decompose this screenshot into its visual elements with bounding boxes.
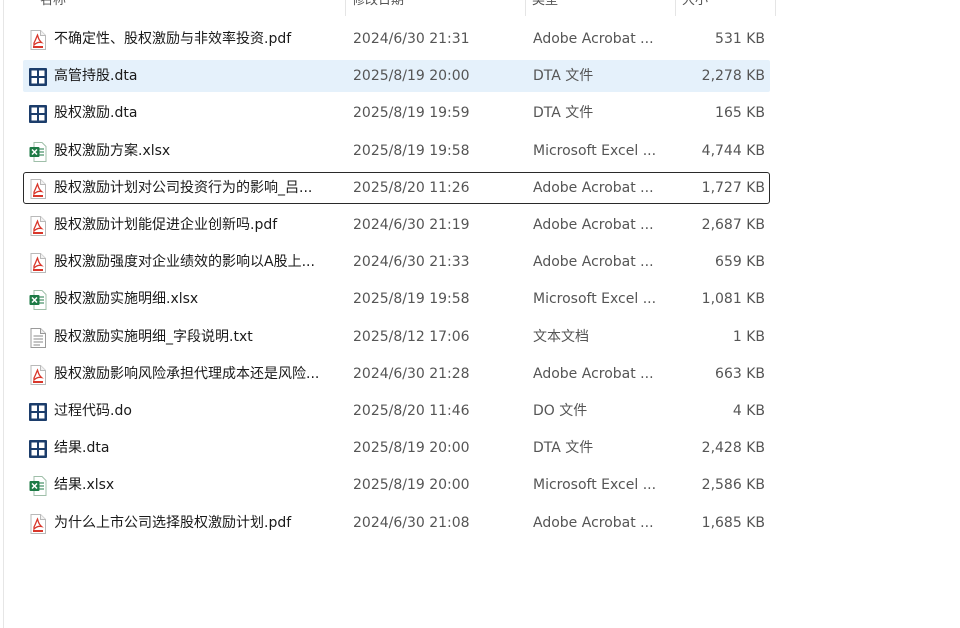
file-row[interactable]: 为什么上市公司选择股权激励计划.pdf 2024/6/30 21:08 Adobe … — [23, 507, 770, 539]
pdf-icon — [29, 253, 47, 274]
file-name: 股权激励计划能促进企业创新吗.pdf — [54, 217, 278, 233]
file-modified-date: 2024/6/30 21:28 — [353, 365, 470, 382]
file-name: 股权激励计划对公司投资行为的影响_吕... — [54, 179, 313, 196]
text-file-icon — [29, 327, 47, 348]
file-modified-date: 2025/8/20 11:26 — [353, 179, 470, 196]
file-row[interactable]: 股权激励计划能促进企业创新吗.pdf 2024/6/30 21:19 Adobe A… — [23, 209, 770, 241]
pdf-icon — [29, 30, 47, 50]
file-size: 1,081 KB — [701, 291, 765, 308]
file-type: Microsoft Excel ... — [533, 291, 657, 308]
file-type: DTA 文件 — [533, 105, 594, 122]
file-type: Microsoft Excel ... — [533, 477, 657, 494]
pdf-icon — [29, 513, 47, 534]
file-name: 过程代码.do — [54, 403, 132, 419]
stata-icon — [29, 67, 47, 87]
file-name: 股权激励强度对企业绩效的影响以A股上... — [54, 254, 315, 271]
file-modified-date: 2024/6/30 21:19 — [353, 217, 470, 233]
stata-icon — [29, 439, 47, 459]
file-row[interactable]: 结果.xlsx 2025/8/19 20:00 Microsoft Excel ..… — [23, 469, 770, 501]
file-type: Adobe Acrobat ... — [533, 31, 654, 47]
file-row[interactable]: 不确定性、股权激励与非效率投资.pdf 2024/6/30 21:31 Adobe … — [23, 23, 770, 55]
pane-divider — [3, 0, 4, 628]
file-type: DO 文件 — [533, 403, 588, 419]
column-divider[interactable] — [775, 0, 776, 16]
file-size: 1,685 KB — [701, 514, 765, 531]
column-header: 名称 修改日期 类型 大小 — [0, 0, 776, 16]
file-modified-date: 2025/8/12 17:06 — [353, 328, 470, 345]
file-size: 1,727 KB — [701, 179, 765, 196]
file-modified-date: 2024/6/30 21:08 — [353, 514, 470, 531]
stata-icon — [29, 104, 47, 124]
excel-icon — [29, 476, 47, 497]
excel-icon — [29, 290, 47, 311]
file-row[interactable]: 股权激励计划对公司投资行为的影响_吕... 2025/8/20 11:26 Adob… — [23, 171, 770, 204]
column-header-size[interactable]: 大小 — [676, 0, 774, 16]
file-explorer-window: 名称 修改日期 类型 大小 不确定性、股权激励与非效率投资.pdf 2024/6/… — [0, 0, 960, 628]
file-size: 4,744 KB — [701, 142, 765, 159]
file-modified-date: 2025/8/20 11:46 — [353, 403, 470, 419]
file-row[interactable]: 股权激励实施明细.xlsx 2025/8/19 19:58 Microsoft Ex… — [23, 283, 770, 315]
file-modified-date: 2025/8/19 19:58 — [353, 142, 470, 159]
file-name: 股权激励实施明细.xlsx — [54, 291, 199, 308]
file-modified-date: 2024/6/30 21:31 — [353, 31, 470, 47]
pdf-icon — [29, 364, 47, 385]
file-type: Adobe Acrobat ... — [533, 179, 654, 196]
file-modified-date: 2025/8/19 19:58 — [353, 291, 470, 308]
column-header-date[interactable]: 修改日期 — [346, 0, 524, 16]
file-name: 股权激励方案.xlsx — [54, 142, 171, 159]
file-size: 1 KB — [732, 328, 765, 345]
file-size: 4 KB — [732, 403, 765, 419]
file-modified-date: 2025/8/19 20:00 — [353, 68, 470, 85]
file-type: Microsoft Excel ... — [533, 142, 657, 159]
pdf-icon — [29, 216, 47, 236]
column-header-type[interactable]: 类型 — [526, 0, 674, 16]
file-row[interactable]: 股权激励实施明细_字段说明.txt 2025/8/12 17:06 文本文档 1 KB — [23, 321, 770, 353]
file-size: 2,278 KB — [701, 68, 765, 85]
file-type: 文本文档 — [533, 328, 589, 345]
file-size: 2,428 KB — [701, 440, 765, 457]
file-type: DTA 文件 — [533, 440, 594, 457]
file-name: 股权激励.dta — [54, 105, 138, 122]
pdf-icon — [29, 178, 47, 199]
file-type: Adobe Acrobat ... — [533, 217, 654, 233]
file-row[interactable]: 结果.dta 2025/8/19 20:00 DTA 文件 2,428 KB — [23, 432, 770, 464]
file-size: 663 KB — [715, 365, 765, 382]
file-name: 为什么上市公司选择股权激励计划.pdf — [54, 514, 292, 531]
file-row[interactable]: 股权激励强度对企业绩效的影响以A股上... 2024/6/30 21:33 Adob… — [23, 246, 770, 278]
file-size: 531 KB — [715, 31, 765, 47]
file-type: Adobe Acrobat ... — [533, 365, 654, 382]
file-modified-date: 2025/8/19 19:59 — [353, 105, 470, 122]
file-name: 不确定性、股权激励与非效率投资.pdf — [54, 31, 292, 47]
file-name: 高管持股.dta — [54, 68, 138, 85]
file-size: 2,687 KB — [701, 217, 765, 233]
file-type: Adobe Acrobat ... — [533, 254, 654, 271]
file-type: DTA 文件 — [533, 68, 594, 85]
file-row[interactable]: 股权激励方案.xlsx 2025/8/19 19:58 Microsoft Exce… — [23, 135, 770, 167]
file-name: 结果.xlsx — [54, 477, 115, 494]
file-row[interactable]: 高管持股.dta 2025/8/19 20:00 DTA 文件 2,278 KB — [23, 60, 770, 93]
file-name: 结果.dta — [54, 440, 110, 457]
file-row[interactable]: 股权激励.dta 2025/8/19 19:59 DTA 文件 165 KB — [23, 97, 770, 129]
file-modified-date: 2025/8/19 20:00 — [353, 477, 470, 494]
file-row[interactable]: 股权激励影响风险承担代理成本还是风险... 2024/6/30 21:28 Adob… — [23, 358, 770, 390]
file-size: 165 KB — [715, 105, 765, 122]
file-name: 股权激励影响风险承担代理成本还是风险... — [54, 365, 320, 382]
column-header-name[interactable]: 名称 — [34, 0, 344, 16]
file-size: 2,586 KB — [701, 477, 765, 494]
file-modified-date: 2025/8/19 20:00 — [353, 440, 470, 457]
file-name: 股权激励实施明细_字段说明.txt — [54, 328, 253, 345]
excel-icon — [29, 141, 47, 162]
file-modified-date: 2024/6/30 21:33 — [353, 254, 470, 271]
file-row[interactable]: 过程代码.do 2025/8/20 11:46 DO 文件 4 KB — [23, 395, 770, 427]
stata-icon — [29, 402, 47, 422]
file-type: Adobe Acrobat ... — [533, 514, 654, 531]
file-size: 659 KB — [715, 254, 765, 271]
